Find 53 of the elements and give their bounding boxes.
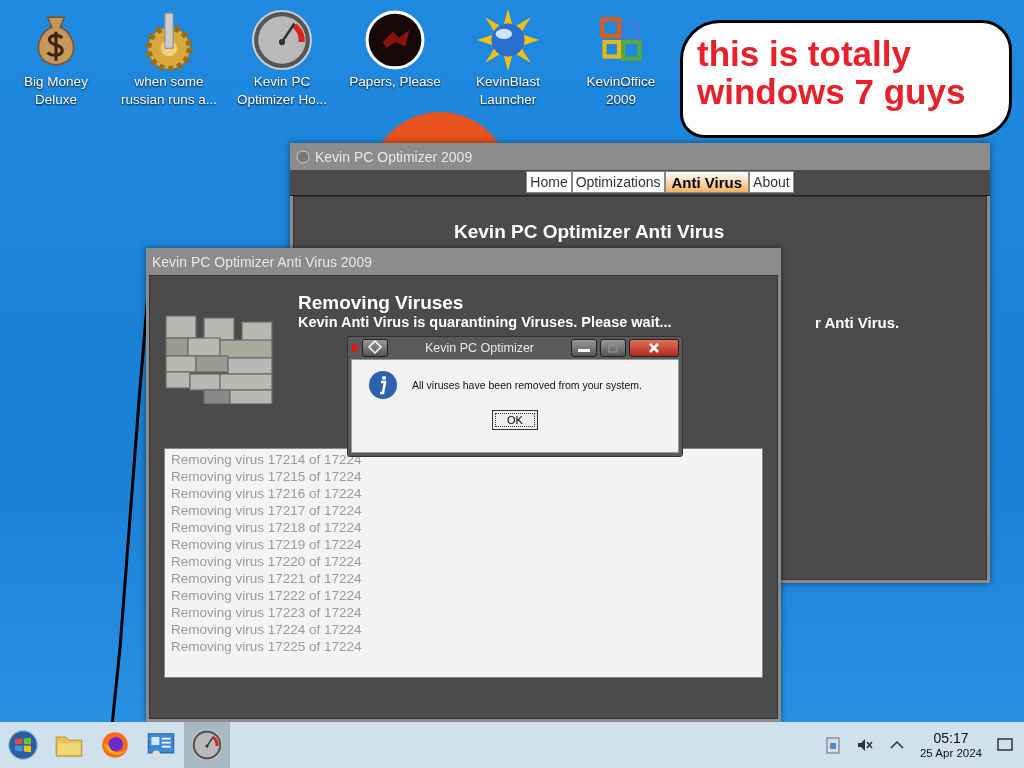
ok-button[interactable]: OK	[492, 410, 538, 430]
desktop-icon-label[interactable]: Kevin PC Optimizer Ho...	[232, 73, 332, 109]
speech-bubble: this is totally windows 7 guys	[680, 20, 1012, 138]
close-icon	[648, 342, 660, 353]
minimize-button[interactable]	[571, 339, 597, 357]
window-heading: Kevin PC Optimizer Anti Virus	[454, 221, 725, 243]
firefox-icon[interactable]	[99, 729, 131, 761]
taskbar-app[interactable]	[184, 722, 230, 768]
diamond-icon	[368, 340, 382, 354]
maximize-button[interactable]	[600, 339, 626, 357]
tab[interactable]: About	[749, 171, 794, 193]
desktop-icon-label[interactable]: Big Money Deluxe	[6, 73, 106, 109]
clock-time[interactable]: 05:17	[933, 730, 969, 746]
close-button[interactable]	[629, 339, 679, 357]
log-line: Removing virus 17220 of 17224	[171, 553, 363, 570]
desktop-icon-label[interactable]: when some russian runs a...	[119, 73, 219, 109]
log-line: Removing virus 17216 of 17224	[171, 485, 363, 502]
window-title: Kevin PC Optimizer Anti Virus 2009	[152, 253, 372, 270]
maximize-icon	[608, 343, 618, 353]
tab[interactable]: Home	[526, 171, 572, 193]
desktop-icon-label[interactable]: KevinBlast Launcher	[458, 73, 558, 109]
gauge-icon[interactable]	[251, 9, 313, 71]
desktop-icon-label[interactable]: Papers, Please	[349, 73, 441, 91]
log-line: Removing virus 17217 of 17224	[171, 502, 363, 519]
status-text: Kevin Anti Virus is quarantining Viruses. Please wait...	[298, 314, 672, 330]
subtitle-text: r Anti Virus.	[815, 314, 900, 331]
log-line: Removing virus 17222 of 17224	[171, 587, 363, 604]
start-icon[interactable]	[7, 729, 39, 761]
log-line: Removing virus 17221 of 17224	[171, 570, 363, 587]
dark-circle-icon[interactable]	[364, 9, 426, 71]
log-line: Removing virus 17225 of 17224	[171, 638, 363, 655]
log-line: Removing virus 17223 of 17224	[171, 604, 363, 621]
gauge-icon[interactable]	[191, 729, 223, 761]
show-desktop-icon[interactable]	[996, 736, 1014, 754]
app-icon	[296, 149, 310, 164]
pin-icon	[351, 342, 359, 354]
log-line: Removing virus 17219 of 17224	[171, 536, 363, 553]
menu-button[interactable]	[362, 339, 388, 357]
desktop-icon-label[interactable]: KevinOffice 2009	[571, 73, 671, 109]
log-line: Removing virus 17215 of 17224	[171, 468, 363, 485]
clock-date[interactable]: 25 Apr 2024	[919, 745, 982, 760]
sun-globe-icon[interactable]	[477, 9, 539, 71]
log-line: Removing virus 17224 of 17224	[171, 621, 363, 638]
log-line: Removing virus 17218 of 17224	[171, 519, 363, 536]
window-title: Kevin PC Optimizer 2009	[315, 148, 473, 165]
info-icon	[368, 370, 398, 400]
dialog-title: Kevin PC Optimizer	[423, 341, 536, 355]
tab[interactable]: Anti Virus	[664, 171, 750, 193]
clipboard-icon[interactable]	[823, 736, 842, 754]
tab[interactable]: Optimizations	[571, 171, 665, 193]
wall-icon	[164, 312, 274, 404]
progress-heading: Removing Viruses	[298, 292, 465, 314]
dialog-message: All viruses have been removed from your system.	[412, 379, 642, 391]
